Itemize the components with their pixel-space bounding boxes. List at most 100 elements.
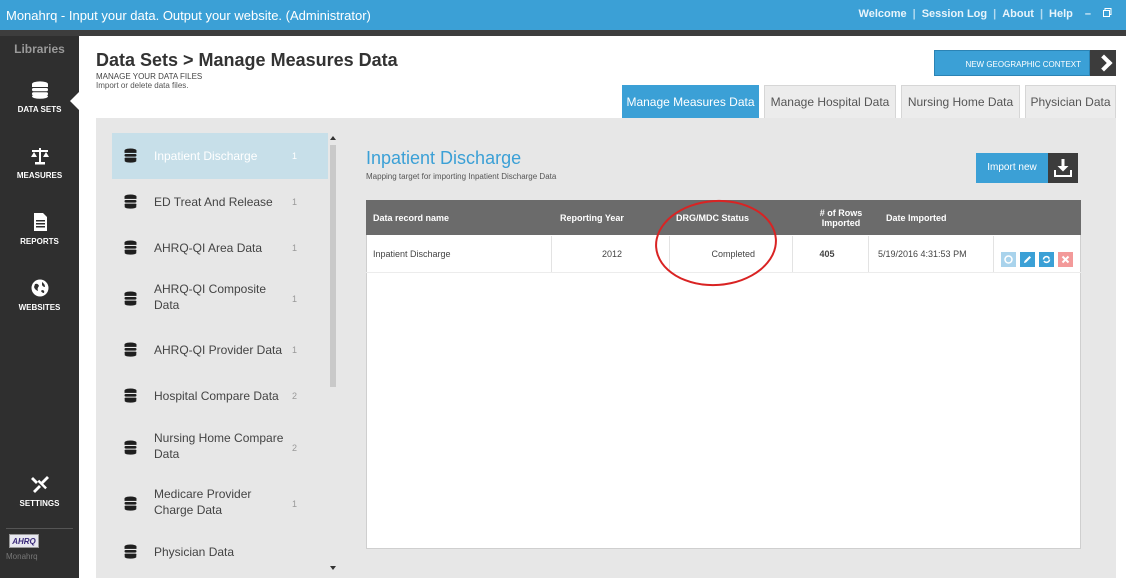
cell-divider bbox=[792, 236, 793, 272]
restore-button[interactable] bbox=[1097, 8, 1118, 20]
edit-pencil-icon[interactable] bbox=[1020, 252, 1035, 267]
cell-date-imported: 5/19/2016 4:31:53 PM bbox=[878, 249, 967, 259]
cell-divider bbox=[993, 236, 994, 272]
database-icon bbox=[124, 496, 137, 511]
sidebar-item-websites[interactable]: WEBSITES bbox=[0, 278, 79, 312]
download-tray-icon bbox=[1054, 159, 1072, 177]
dataset-item[interactable]: AHRQ-QI Provider Data 1 bbox=[112, 327, 328, 373]
dataset-count: 1 bbox=[292, 243, 298, 253]
scroll-up-icon[interactable] bbox=[330, 136, 336, 140]
dataset-label: AHRQ-QI Area Data bbox=[154, 241, 263, 255]
import-button-icon-box[interactable] bbox=[1048, 153, 1078, 183]
sidebar-item-label: SETTINGS bbox=[19, 499, 60, 508]
sidebar-item-label: REPORTS bbox=[20, 237, 59, 246]
link-separator: | bbox=[993, 8, 997, 20]
refresh-icon[interactable] bbox=[1039, 252, 1054, 267]
sidebar-item-settings[interactable]: SETTINGS bbox=[0, 474, 79, 508]
column-header-rows-imported: # of Rows Imported bbox=[806, 200, 876, 235]
dataset-label-line1: Nursing Home Compare bbox=[154, 431, 284, 445]
database-icon bbox=[124, 440, 137, 455]
cell-reporting-year: 2012 bbox=[601, 249, 622, 259]
link-separator: | bbox=[1039, 8, 1044, 20]
page-description: Import or delete data files. bbox=[96, 81, 189, 90]
dataset-label: AHRQ-QI Provider Data bbox=[154, 343, 283, 357]
dataset-item[interactable]: Hospital Compare Data 2 bbox=[112, 373, 328, 419]
column-header-record-name: Data record name bbox=[373, 212, 450, 223]
dataset-label-line2: Charge Data bbox=[154, 503, 223, 517]
sidebar-item-label: DATA SETS bbox=[17, 105, 62, 114]
sidebar-item-label: WEBSITES bbox=[18, 303, 61, 312]
sidebar-item-data-sets[interactable]: DATA SETS bbox=[0, 80, 79, 114]
tab-manage-hospital-data[interactable]: Manage Hospital Data bbox=[764, 85, 896, 118]
settings-tools-icon bbox=[30, 476, 49, 493]
title-shadow-strip bbox=[0, 30, 1126, 36]
dataset-item[interactable]: Medicare Provider Charge Data 1 bbox=[112, 475, 328, 531]
dataset-item[interactable]: Physician Data bbox=[112, 531, 328, 577]
tab-physician-data[interactable]: Physician Data bbox=[1025, 85, 1116, 118]
column-header-reporting-year: Reporting Year bbox=[560, 212, 624, 223]
delete-x-icon[interactable] bbox=[1058, 252, 1073, 267]
sidebar-item-measures[interactable]: MEASURES bbox=[0, 146, 79, 180]
restore-icon bbox=[1103, 8, 1112, 17]
brand-text: Monahrq bbox=[6, 552, 38, 561]
sidebar-divider bbox=[6, 528, 73, 529]
dataset-count: 1 bbox=[292, 345, 298, 355]
ahrq-logo: AHRQ bbox=[9, 534, 39, 548]
balance-scale-icon bbox=[30, 148, 49, 165]
dataset-count: 1 bbox=[292, 499, 298, 509]
report-document-icon bbox=[33, 213, 47, 231]
refresh-glyph bbox=[1042, 255, 1051, 264]
info-glyph bbox=[1004, 255, 1013, 264]
scroll-down-icon[interactable] bbox=[330, 566, 336, 570]
sidebar-item-reports[interactable]: REPORTS bbox=[0, 212, 79, 246]
about-link[interactable]: About bbox=[996, 8, 1040, 20]
tab-manage-measures-data[interactable]: Manage Measures Data bbox=[622, 85, 759, 118]
session-log-link[interactable]: Session Log bbox=[916, 8, 993, 20]
dataset-item[interactable]: Inpatient Discharge 1 bbox=[112, 133, 328, 179]
tab-nursing-home-data[interactable]: Nursing Home Data bbox=[901, 85, 1020, 118]
dataset-count: 1 bbox=[292, 151, 298, 161]
column-header-rows-line1: # of Rows bbox=[819, 207, 863, 218]
dataset-item[interactable]: ED Treat And Release 1 bbox=[112, 179, 328, 225]
title-links: Welcome | Session Log | About | Help – bbox=[853, 8, 1118, 20]
sidebar-item-label: MEASURES bbox=[16, 171, 63, 180]
dataset-item[interactable]: AHRQ-QI Composite Data 1 bbox=[112, 271, 328, 327]
dataset-label-line1: AHRQ-QI Composite bbox=[154, 282, 267, 296]
dataset-detail-description: Mapping target for importing Inpatient D… bbox=[366, 172, 557, 181]
cell-rows-imported: 405 bbox=[819, 249, 835, 259]
dataset-label: Inpatient Discharge bbox=[154, 149, 258, 163]
page-title: Data Sets > Manage Measures Data bbox=[96, 50, 398, 70]
dataset-label-line2: Data bbox=[154, 447, 180, 461]
dataset-item[interactable]: AHRQ-QI Area Data 1 bbox=[112, 225, 328, 271]
cell-record-name: Inpatient Discharge bbox=[373, 249, 451, 259]
import-new-button[interactable]: Import new bbox=[976, 153, 1048, 183]
database-icon bbox=[31, 81, 48, 99]
dataset-item[interactable]: Nursing Home Compare Data 2 bbox=[112, 419, 328, 475]
dataset-label: ED Treat And Release bbox=[154, 195, 273, 209]
dataset-list: Inpatient Discharge 1 ED Treat And Relea… bbox=[112, 133, 328, 578]
title-bar: Monahrq - Input your data. Output your w… bbox=[0, 0, 1126, 30]
welcome-link[interactable]: Welcome bbox=[853, 8, 913, 20]
sidebar: Libraries DATA SETS MEASURES REPORTS WEB… bbox=[0, 36, 79, 578]
pencil-glyph bbox=[1024, 256, 1031, 263]
cell-divider bbox=[868, 236, 869, 272]
help-link[interactable]: Help bbox=[1043, 8, 1079, 20]
scrollbar-thumb[interactable] bbox=[330, 145, 336, 387]
dataset-count: 2 bbox=[292, 443, 298, 453]
new-geographic-context-button[interactable]: NEW GEOGRAPHIC CONTEXT bbox=[934, 50, 1090, 76]
link-separator: | bbox=[912, 8, 916, 20]
minimize-button[interactable]: – bbox=[1079, 8, 1097, 20]
dataset-count: 1 bbox=[292, 197, 298, 207]
chevron-right-icon[interactable] bbox=[1090, 50, 1116, 76]
column-header-date-imported: Date Imported bbox=[886, 212, 947, 223]
database-icon bbox=[124, 148, 137, 163]
database-icon bbox=[124, 291, 137, 306]
info-icon[interactable] bbox=[1001, 252, 1016, 267]
dataset-count: 2 bbox=[292, 391, 298, 401]
sidebar-header: Libraries bbox=[14, 42, 65, 56]
database-icon bbox=[124, 388, 137, 403]
dataset-label: Hospital Compare Data bbox=[154, 389, 279, 403]
column-header-rows-line2: Imported bbox=[821, 217, 861, 228]
globe-icon bbox=[31, 279, 48, 297]
app-title: Monahrq - Input your data. Output your w… bbox=[6, 8, 371, 23]
